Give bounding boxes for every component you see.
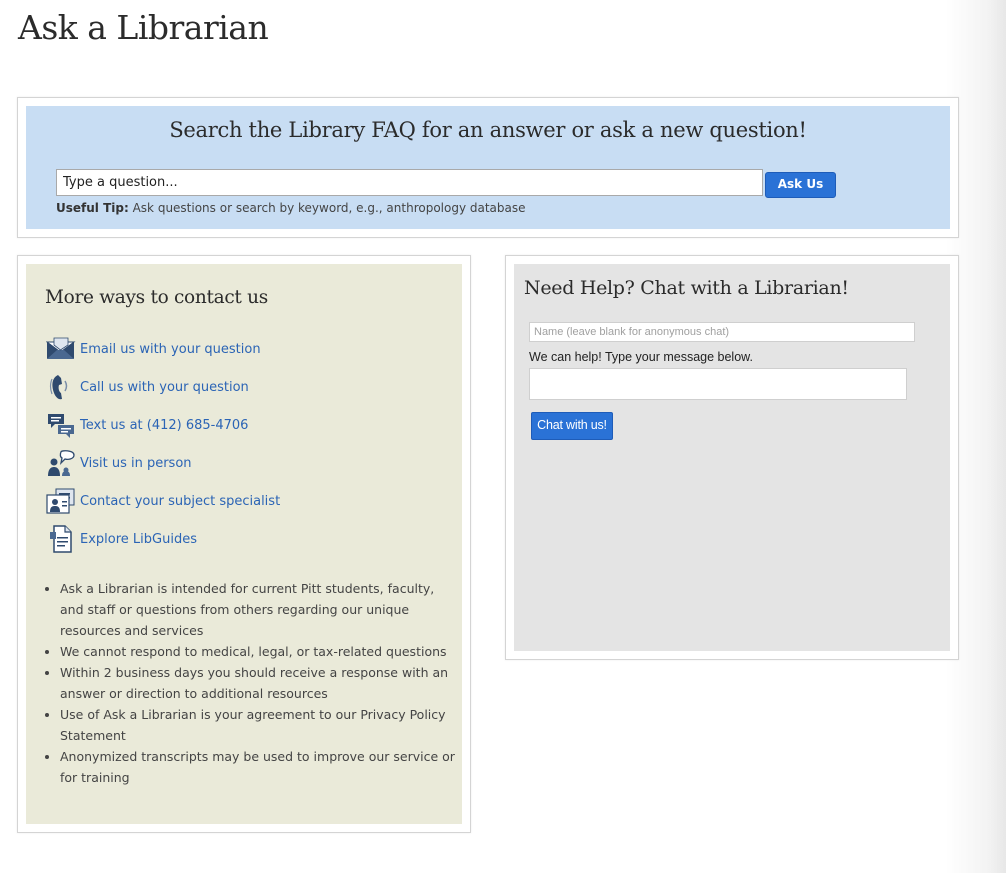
list-item: Anonymized transcripts may be used to im… (60, 746, 455, 788)
subject-specialist-link[interactable]: Contact your subject specialist (80, 494, 280, 509)
contact-item-email[interactable]: Email us with your question (45, 333, 445, 365)
useful-tip: Useful Tip: Ask questions or search by k… (56, 201, 526, 215)
list-item: We cannot respond to medical, legal, or … (60, 641, 455, 662)
list-item: Ask a Librarian is intended for current … (60, 578, 455, 641)
visit-link[interactable]: Visit us in person (80, 456, 192, 471)
contact-item-libguides[interactable]: Explore LibGuides (45, 523, 445, 555)
libguides-document-icon (45, 525, 77, 553)
chat-message-input[interactable] (529, 368, 907, 400)
faq-search-input[interactable] (56, 169, 763, 196)
chat-with-us-button[interactable]: Chat with us! (531, 412, 613, 440)
text-link[interactable]: Text us at (412) 685-4706 (80, 418, 248, 433)
phone-link[interactable]: Call us with your question (80, 380, 249, 395)
chat-panel: Need Help? Chat with a Librarian! We can… (505, 255, 959, 660)
chat-name-input[interactable] (529, 322, 915, 342)
visit-person-icon (45, 449, 77, 477)
chat-heading: Need Help? Chat with a Librarian! (524, 277, 849, 299)
chat-widget: Need Help? Chat with a Librarian! We can… (514, 264, 950, 651)
ask-us-button[interactable]: Ask Us (765, 172, 836, 198)
phone-icon (45, 373, 77, 401)
contact-box: More ways to contact us Email us with yo… (26, 264, 462, 824)
page-title: Ask a Librarian (18, 8, 269, 47)
contact-item-specialist[interactable]: Contact your subject specialist (45, 485, 445, 517)
faq-search-heading: Search the Library FAQ for an answer or … (169, 118, 807, 142)
useful-tip-label: Useful Tip: (56, 201, 129, 215)
useful-tip-text: Ask questions or search by keyword, e.g.… (128, 201, 526, 215)
faq-search-box: Search the Library FAQ for an answer or … (26, 106, 950, 229)
contact-item-phone[interactable]: Call us with your question (45, 371, 445, 403)
contact-panel: More ways to contact us Email us with yo… (17, 255, 471, 833)
contact-heading: More ways to contact us (45, 287, 268, 308)
chat-help-text: We can help! Type your message below. (529, 350, 753, 364)
service-notes-list: Ask a Librarian is intended for current … (45, 578, 455, 788)
faq-search-panel: Search the Library FAQ for an answer or … (17, 97, 959, 238)
contact-item-text[interactable]: Text us at (412) 685-4706 (45, 409, 445, 441)
subject-specialist-icon (45, 487, 77, 515)
list-item: Within 2 business days you should receiv… (60, 662, 455, 704)
email-link[interactable]: Email us with your question (80, 342, 261, 357)
text-message-icon (45, 411, 77, 439)
list-item: Use of Ask a Librarian is your agreement… (60, 704, 455, 746)
envelope-icon (45, 335, 77, 363)
libguides-link[interactable]: Explore LibGuides (80, 532, 197, 547)
contact-item-visit[interactable]: Visit us in person (45, 447, 445, 479)
